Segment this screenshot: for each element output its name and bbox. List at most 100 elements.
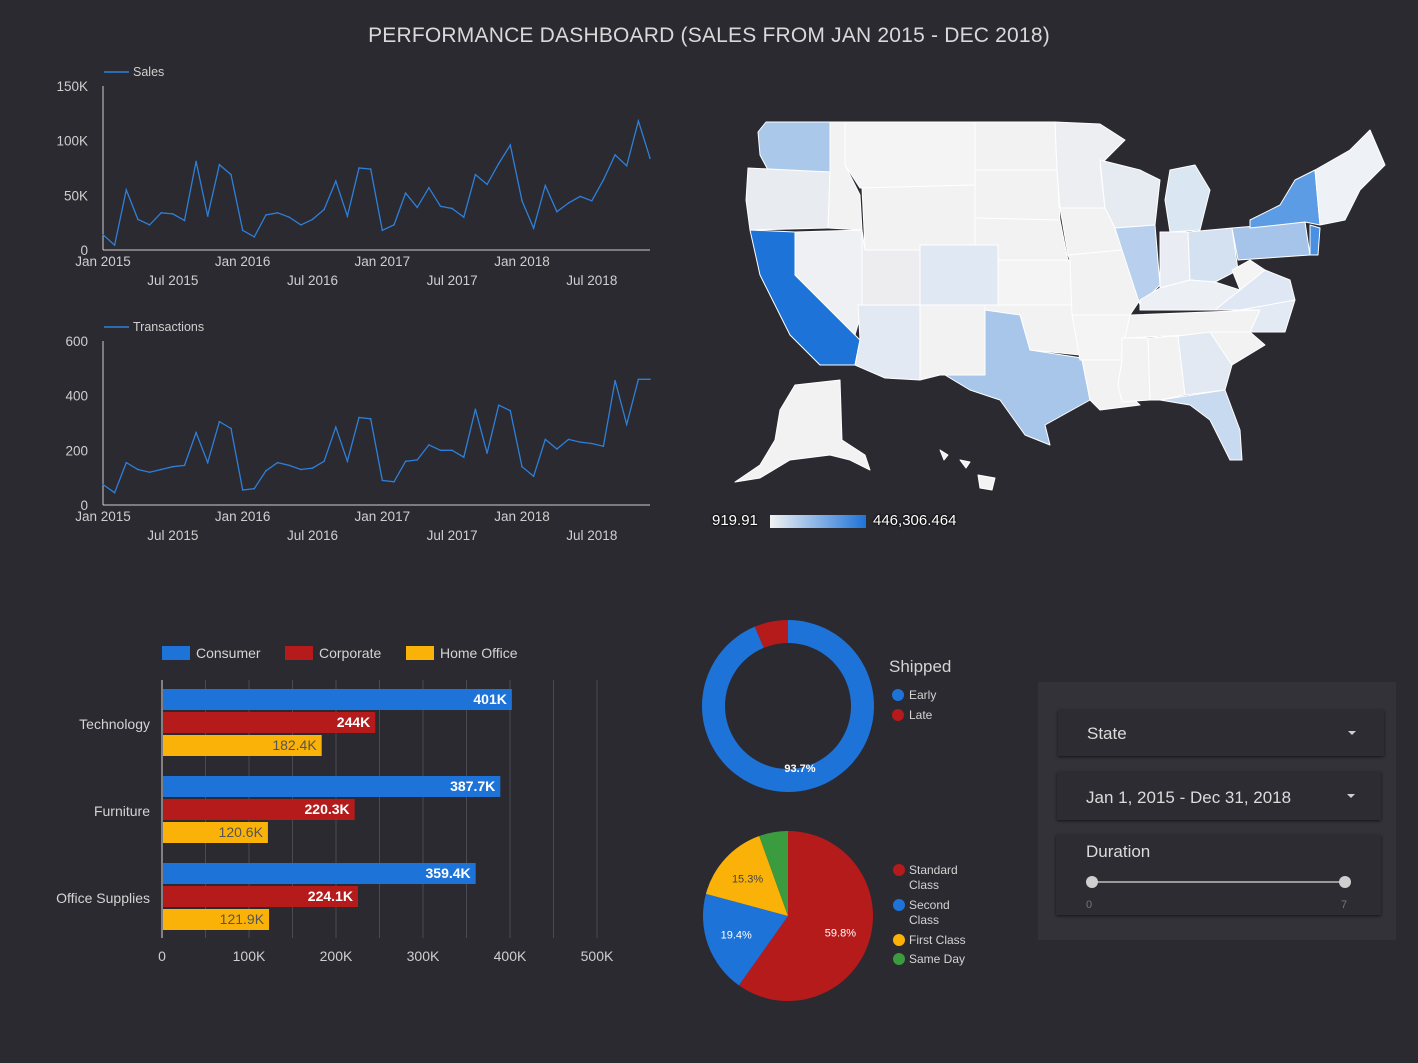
data-point	[567, 202, 570, 204]
data-point	[393, 224, 395, 226]
legend-swatch	[285, 646, 313, 660]
data-point	[334, 426, 337, 428]
state-filter-dropdown[interactable]: State	[1058, 710, 1384, 756]
filter-controls-panel: State Jan 1, 2015 - Dec 31, 2018 Duratio…	[1038, 682, 1396, 940]
data-point	[300, 224, 302, 226]
map-state-colorado[interactable]	[919, 244, 999, 306]
data-point	[369, 168, 372, 170]
data-point	[230, 173, 232, 176]
data-point	[439, 449, 442, 452]
duration-min-value: 0	[1086, 899, 1093, 911]
state-dropdown-caret-icon[interactable]	[1348, 731, 1356, 735]
data-point	[265, 470, 267, 472]
series-line	[102, 378, 650, 494]
x-tick-label: Jul 2017	[427, 273, 478, 288]
legend-label: First Class	[909, 933, 966, 947]
data-point	[591, 200, 593, 202]
y-tick-label: 50K	[64, 188, 88, 203]
bar	[163, 689, 512, 710]
map-state-arizona[interactable]	[854, 304, 921, 381]
data-point	[113, 244, 116, 246]
bar-value-label: 387.7K	[450, 778, 495, 794]
map-state-new-england[interactable]	[1314, 129, 1386, 226]
duration-max-value: 7	[1341, 899, 1348, 911]
data-point	[230, 427, 232, 430]
map-state-michigan[interactable]	[1164, 164, 1211, 233]
x-tick-label: Jul 2018	[566, 273, 617, 288]
map-state-kansas[interactable]	[997, 259, 1073, 306]
map-state-montana[interactable]	[844, 121, 976, 189]
data-point	[160, 468, 162, 471]
shipped-donut-chart[interactable]: 93.7% Shipped Early Late	[690, 605, 1010, 805]
slice-label: 93.7%	[784, 763, 815, 775]
transactions-line-chart[interactable]: Transactions0200400600Jan 2015 Jan 2016 Ja…	[40, 315, 670, 555]
data-point	[241, 229, 244, 232]
data-point	[474, 173, 477, 176]
map-state-wyoming[interactable]	[861, 184, 976, 251]
data-point	[591, 442, 593, 445]
date-range-caret-icon[interactable]	[1347, 794, 1355, 798]
map-state-ohio[interactable]	[1187, 227, 1239, 283]
map-state-washington[interactable]	[757, 121, 831, 173]
map-state-new-mexico[interactable]	[919, 304, 986, 381]
legend-dot	[893, 899, 905, 911]
data-point	[206, 461, 209, 464]
y-tick-label: 200	[65, 443, 88, 458]
y-tick-label: 600	[65, 334, 88, 349]
map-state-new-york[interactable]	[1249, 169, 1321, 229]
map-state-mississippi[interactable]	[1117, 337, 1151, 403]
x-tick-label: 200K	[320, 948, 353, 964]
legend-label: Sales	[133, 65, 164, 79]
data-point	[346, 460, 349, 463]
map-state-north-dakota[interactable]	[974, 121, 1058, 171]
data-point	[183, 219, 186, 222]
data-point	[474, 408, 477, 411]
legend-label: Same Day	[909, 952, 965, 966]
map-state-hawaii[interactable]	[939, 449, 996, 491]
map-state-indiana[interactable]	[1159, 231, 1191, 289]
duration-slider-track[interactable]	[1092, 881, 1345, 883]
map-state-pennsylvania[interactable]	[1231, 221, 1311, 261]
map-state-oregon[interactable]	[745, 167, 831, 231]
ship-mode-pie-chart[interactable]: 59.8%19.4%15.3%StandardClassSecondClassF…	[690, 818, 1010, 1013]
legend-label: Class	[909, 913, 939, 927]
data-point	[486, 452, 488, 454]
y-tick-label: 150K	[56, 79, 88, 94]
data-point	[276, 212, 279, 214]
bar-value-label: 224.1K	[308, 888, 353, 904]
data-point	[206, 215, 209, 217]
map-state-arkansas[interactable]	[1071, 314, 1131, 361]
legend-swatch	[162, 646, 190, 660]
sales-line-chart[interactable]: Sales050K100K150KJan 2015 Jan 2016 Jan 201…	[40, 60, 670, 300]
x-tick-label: Jul 2015	[147, 273, 198, 288]
map-state-south-dakota[interactable]	[974, 169, 1061, 221]
data-point	[358, 167, 360, 169]
legend-label: Late	[909, 708, 933, 722]
data-point	[637, 378, 640, 381]
data-point	[253, 487, 256, 490]
data-point	[288, 216, 291, 218]
data-point	[346, 215, 349, 217]
bar-value-label: 244K	[337, 714, 370, 730]
data-point	[556, 448, 558, 450]
data-point	[404, 192, 407, 194]
map-scale-max: 446,306.464	[873, 512, 957, 529]
map-state-florida[interactable]	[1159, 389, 1243, 461]
date-range-picker[interactable]: Jan 1, 2015 - Dec 31, 2018	[1057, 772, 1381, 820]
us-state-sales-map[interactable]	[720, 110, 1410, 510]
legend-dot	[892, 709, 904, 721]
data-point	[300, 468, 302, 471]
bar-value-label: 120.6K	[219, 824, 264, 840]
data-point	[102, 233, 104, 236]
data-point	[125, 461, 128, 464]
map-state-alaska[interactable]	[734, 379, 871, 483]
map-state-new-jersey[interactable]	[1309, 224, 1321, 256]
data-point	[102, 483, 104, 486]
duration-slider-max-handle[interactable]	[1339, 876, 1351, 888]
data-point	[416, 206, 419, 209]
duration-slider-min-handle[interactable]	[1086, 876, 1098, 888]
x-tick-label: Jul 2018	[566, 528, 617, 543]
slice-label: 15.3%	[732, 874, 763, 886]
segment-category-bar-chart[interactable]: Consumer Corporate Home Office 0 100K 200K 300…	[40, 635, 680, 975]
data-point	[334, 180, 337, 182]
